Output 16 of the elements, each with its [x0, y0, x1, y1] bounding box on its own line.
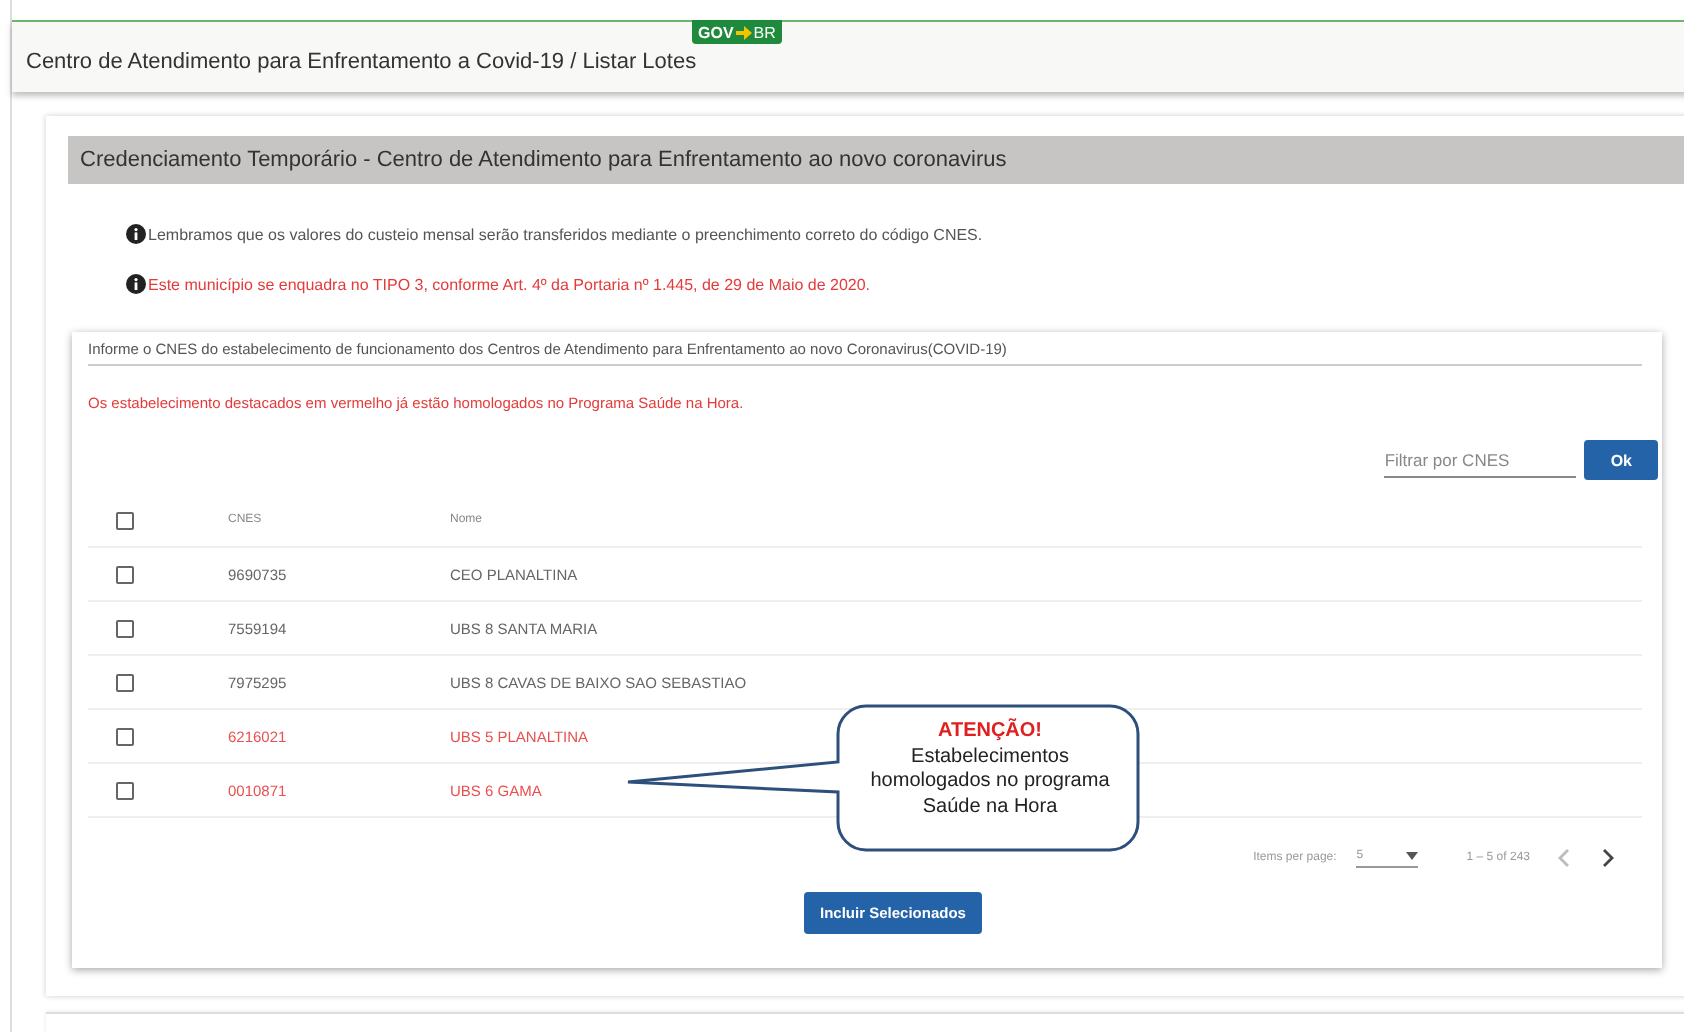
gov-br-logo: GOV BR — [692, 20, 782, 44]
select-all-checkbox[interactable] — [116, 511, 134, 529]
page-title: Centro de Atendimento para Enfrentamento a Covid-19 / Listar Lotes — [26, 49, 697, 73]
row-checkbox[interactable] — [116, 673, 134, 691]
info-icon — [126, 274, 146, 294]
row-checkbox[interactable] — [116, 619, 134, 637]
row-checkbox[interactable] — [116, 727, 134, 745]
row-checkbox[interactable] — [116, 565, 134, 583]
caret-icon — [1406, 852, 1419, 860]
section-title: Credenciamento Temporário - Centro de Atendimento para Enfrentamento ao novo coronavirus — [68, 136, 1684, 184]
callout-text: ATENÇÃO! Estabelecimentos homologados no programa Saúde na Hora — [868, 720, 1112, 820]
notice-text: Lembramos que os valores do custeio mensal serão transferidos mediante o preenchimento correto do código CNES. — [148, 225, 983, 243]
info-icon — [126, 224, 146, 244]
row-checkbox[interactable] — [116, 781, 134, 799]
notice-text: Este município se enquadra no TIPO 3, conforme Art. 4º da Portaria nº 1.445, de 29 de Maio de 2020. — [148, 275, 871, 293]
ok-button[interactable]: Ok — [1584, 440, 1658, 480]
